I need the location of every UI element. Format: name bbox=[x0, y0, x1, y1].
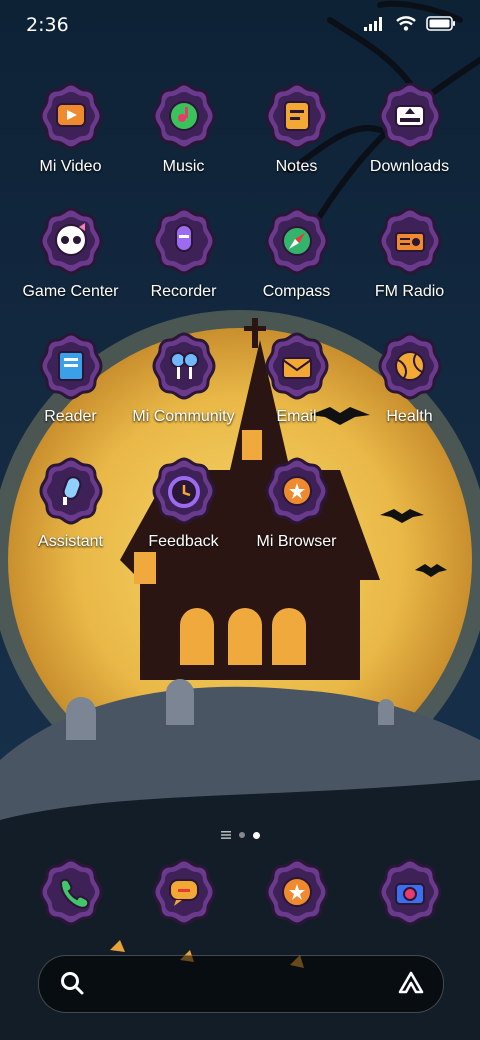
status-bar: 2:36 bbox=[0, 0, 480, 50]
app-notes[interactable]: Notes bbox=[240, 80, 353, 190]
app-reader[interactable]: Reader bbox=[14, 330, 127, 440]
book-icon bbox=[35, 330, 107, 402]
app-recorder[interactable]: Recorder bbox=[127, 205, 240, 315]
page-dot bbox=[238, 832, 245, 838]
envelope-icon bbox=[261, 330, 333, 402]
dock-camera[interactable] bbox=[353, 856, 466, 966]
app-label: Assistant bbox=[38, 533, 103, 550]
app-game-center[interactable]: Game Center bbox=[14, 205, 127, 315]
browser-icon bbox=[261, 856, 333, 928]
app-label: Compass bbox=[262, 283, 331, 300]
search-icon bbox=[61, 972, 84, 995]
video-icon bbox=[35, 80, 107, 152]
battery-icon bbox=[426, 16, 455, 31]
app-mi-browser[interactable]: Mi Browser bbox=[240, 455, 353, 565]
app-downloads[interactable]: Downloads bbox=[353, 80, 466, 190]
app-health[interactable]: Health bbox=[353, 330, 466, 440]
page-indicator[interactable] bbox=[200, 828, 280, 842]
app-assistant[interactable]: Assistant bbox=[14, 455, 127, 565]
wifi-icon bbox=[396, 16, 416, 31]
radio-icon bbox=[374, 205, 446, 277]
app-label: Health bbox=[386, 408, 433, 425]
app-label: Game Center bbox=[22, 283, 119, 300]
notes-icon bbox=[261, 80, 333, 152]
app-label: Mi Video bbox=[39, 158, 102, 175]
dock-messages[interactable] bbox=[127, 856, 240, 966]
app-compass[interactable]: Compass bbox=[240, 205, 353, 315]
search-bar[interactable] bbox=[38, 955, 444, 1013]
browser-icon bbox=[261, 455, 333, 527]
app-label: Reader bbox=[44, 408, 97, 425]
dock-phone[interactable] bbox=[14, 856, 127, 966]
downloads-icon bbox=[374, 80, 446, 152]
app-label: Notes bbox=[275, 158, 318, 175]
status-time: 2:36 bbox=[26, 14, 69, 36]
app-email[interactable]: Email bbox=[240, 330, 353, 440]
app-label: Feedback bbox=[148, 533, 219, 550]
dock-browser[interactable] bbox=[240, 856, 353, 966]
page-dot-active bbox=[252, 831, 260, 839]
camera-icon bbox=[374, 856, 446, 928]
feedback-icon bbox=[148, 455, 220, 527]
app-mi-video[interactable]: Mi Video bbox=[14, 80, 127, 190]
signal-icon bbox=[364, 16, 382, 31]
compass-icon bbox=[261, 205, 333, 277]
app-label: Downloads bbox=[369, 158, 450, 175]
app-mi-community[interactable]: Mi Community bbox=[127, 330, 240, 440]
messages-icon bbox=[148, 856, 220, 928]
app-label: Mi Browser bbox=[256, 533, 337, 550]
menu-lines-icon bbox=[220, 831, 231, 839]
assistant-icon bbox=[35, 455, 107, 527]
app-feedback[interactable]: Feedback bbox=[127, 455, 240, 565]
app-music[interactable]: Music bbox=[127, 80, 240, 190]
dock bbox=[0, 856, 480, 936]
app-label: Mi Community bbox=[132, 408, 235, 425]
app-label: Music bbox=[162, 158, 205, 175]
skull-icon bbox=[35, 205, 107, 277]
app-fm-radio[interactable]: FM Radio bbox=[353, 205, 466, 315]
assistant-triangle-icon[interactable] bbox=[397, 970, 425, 996]
app-label: Recorder bbox=[150, 283, 217, 300]
app-label: FM Radio bbox=[374, 283, 445, 300]
app-label: Email bbox=[276, 408, 317, 425]
phone-icon bbox=[35, 856, 107, 928]
music-icon bbox=[148, 80, 220, 152]
tennis-ball-icon bbox=[374, 330, 446, 402]
microphone-icon bbox=[148, 205, 220, 277]
community-icon bbox=[148, 330, 220, 402]
